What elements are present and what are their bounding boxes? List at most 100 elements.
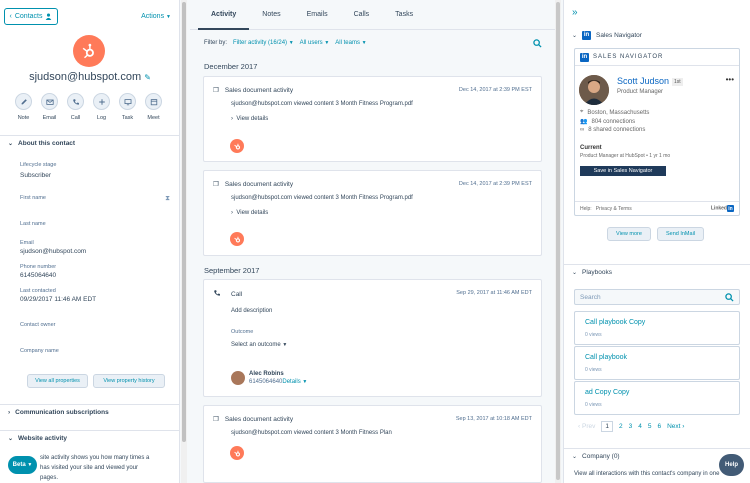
property-company-name[interactable]: Company name [20, 348, 59, 354]
hubspot-badge-icon [230, 139, 244, 153]
sn-shared-connections: ∞ 8 shared connections [580, 127, 646, 133]
hubspot-badge-icon [230, 232, 244, 246]
chevron-down-icon: ⌄ [8, 141, 14, 147]
sn-connections: 👥 804 connections [580, 118, 636, 126]
page-2[interactable]: 2 [619, 423, 623, 430]
add-description-field[interactable]: Add description [231, 308, 272, 314]
task-action[interactable]: Task [118, 93, 137, 121]
left-scrollbar[interactable] [181, 0, 187, 483]
activity-card-document[interactable]: ❐ Sales document activity Dec 14, 2017 at… [203, 170, 542, 256]
note-action[interactable]: Note [14, 93, 33, 121]
beta-button[interactable]: Beta ▼ [8, 456, 37, 474]
activity-card-document[interactable]: ❐ Sales document activity Sep 13, 2017 at… [203, 405, 542, 483]
all-teams-dropdown[interactable]: All teams ▼ [335, 40, 366, 46]
sales-navigator-toggle[interactable]: ⌄ in Sales Navigator [564, 27, 750, 43]
search-icon[interactable] [725, 293, 734, 304]
prev-page-button[interactable]: ‹ Prev [578, 423, 595, 430]
middle-scrollbar-thumb[interactable] [556, 2, 560, 480]
card-body: sjudson@hubspot.com viewed content 3 Mon… [231, 195, 413, 201]
privacy-terms-link[interactable]: Privacy & Terms [596, 206, 632, 212]
document-icon: ❐ [213, 87, 219, 94]
tab-emails[interactable]: Emails [294, 0, 341, 30]
caret-down-icon: ▼ [166, 14, 171, 20]
page-4[interactable]: 4 [638, 423, 642, 430]
card-title: Sales document activity [224, 180, 294, 188]
page-3[interactable]: 3 [629, 423, 633, 430]
activity-card-document[interactable]: ❐ Sales document activity Dec 14, 2017 at… [203, 76, 542, 162]
linkedin-icon: in [582, 30, 592, 40]
chevron-left-icon: ‹ [9, 13, 12, 20]
call-action[interactable]: Call [66, 93, 85, 121]
view-details-toggle[interactable]: › View details [231, 210, 268, 216]
filter-activity-dropdown[interactable]: Filter activity (16/24) ▼ [233, 40, 294, 46]
meet-action[interactable]: Meet [144, 93, 163, 121]
property-email[interactable]: Email sjudson@hubspot.com [20, 240, 86, 255]
website-activity-toggle[interactable]: ⌄ Website activity [0, 430, 179, 446]
hubspot-logo-avatar [73, 35, 105, 67]
page-5[interactable]: 5 [648, 423, 652, 430]
left-scrollbar-thumb[interactable] [182, 2, 186, 442]
playbook-card[interactable]: ad Copy Copy 0 views [574, 381, 740, 415]
search-icon[interactable] [533, 39, 542, 50]
actions-menu[interactable]: Actions ▼ [141, 13, 171, 20]
card-title: Sales document activity [224, 415, 294, 423]
playbooks-title: Playbooks [582, 269, 613, 276]
log-action[interactable]: Log [92, 93, 111, 121]
about-section-toggle[interactable]: ⌄ About this contact [0, 135, 179, 151]
property-first-name[interactable]: First name ⧗ [20, 195, 170, 203]
view-all-properties-button[interactable]: View all properties [27, 374, 88, 388]
property-last-name[interactable]: Last name [20, 221, 46, 227]
tab-tasks[interactable]: Tasks [382, 0, 426, 30]
chevron-down-icon: ⌄ [572, 270, 578, 276]
actions-label: Actions [141, 13, 165, 20]
save-in-sales-navigator-button[interactable]: Save in Sales Navigator [580, 166, 666, 176]
next-page-button[interactable]: Next › [667, 423, 684, 430]
sn-current-role: Product Manager at HubSpot • 1 yr 1 mo [580, 153, 671, 159]
caret-down-icon: ▼ [302, 379, 308, 385]
playbooks-pagination: ‹ Prev 1 2 3 4 5 6 Next › [578, 421, 684, 432]
view-details-toggle[interactable]: › View details [231, 116, 268, 122]
tab-calls[interactable]: Calls [341, 0, 383, 30]
property-contact-owner[interactable]: Contact owner [20, 322, 55, 328]
playbook-card[interactable]: Call playbook 0 views [574, 346, 740, 380]
history-icon[interactable]: ⧗ [165, 195, 170, 203]
chevron-down-icon: ⌄ [572, 32, 578, 39]
hubspot-badge-icon [230, 446, 244, 460]
email-action[interactable]: Email [40, 93, 59, 121]
activity-timeline: Activity Notes Emails Calls Tasks Filter… [190, 0, 555, 483]
all-users-dropdown[interactable]: All users ▼ [300, 40, 330, 46]
activity-card-call[interactable]: Call Sep 29, 2017 at 11:46 AM EDT Add de… [203, 279, 542, 397]
card-body: sjudson@hubspot.com viewed content 3 Mon… [231, 101, 413, 107]
playbook-card[interactable]: Call playbook Copy 0 views [574, 311, 740, 345]
website-activity-title: Website activity [18, 435, 68, 442]
card-date: Sep 29, 2017 at 11:46 AM EDT [456, 290, 532, 296]
details-dropdown[interactable]: Details ▼ [282, 379, 307, 385]
playbook-search-input[interactable]: Search [574, 289, 740, 305]
property-lifecycle-stage[interactable]: Lifecycle stage Subscriber [20, 162, 56, 179]
collapse-sidebar-icon[interactable]: » [572, 7, 578, 18]
tab-notes[interactable]: Notes [249, 0, 293, 30]
view-property-history-button[interactable]: View property history [93, 374, 165, 388]
communication-subscriptions-toggle[interactable]: › Communication subscriptions [0, 404, 179, 420]
property-phone[interactable]: Phone number 6145064640 [20, 264, 56, 279]
monitor-icon [119, 93, 136, 110]
participant-phone: 6145064640 [249, 379, 283, 385]
send-inmail-button[interactable]: Send InMail [657, 227, 704, 241]
page-1[interactable]: 1 [601, 421, 613, 432]
back-to-contacts-button[interactable]: ‹ Contacts [4, 8, 58, 25]
help-button[interactable]: Help [719, 454, 744, 476]
playbooks-toggle[interactable]: ⌄ Playbooks [564, 264, 750, 280]
tab-activity[interactable]: Activity [198, 0, 250, 30]
edit-pencil-icon[interactable]: ✎ [144, 73, 151, 82]
view-more-button[interactable]: View more [607, 227, 651, 241]
page-6[interactable]: 6 [657, 423, 661, 430]
outcome-select[interactable]: Select an outcome ▼ [231, 342, 287, 348]
person-icon [46, 13, 52, 20]
property-last-contacted[interactable]: Last contacted 09/29/2017 11:46 AM EDT [20, 288, 96, 303]
card-body: sjudson@hubspot.com viewed content 3 Mon… [231, 430, 392, 436]
connection-degree-badge: 1st [672, 77, 683, 86]
middle-scrollbar[interactable] [555, 0, 561, 483]
more-options-icon[interactable]: ••• [726, 75, 734, 84]
sn-contact-name[interactable]: Scott Judson 1st [617, 76, 683, 86]
link-icon: ∞ [580, 127, 585, 133]
